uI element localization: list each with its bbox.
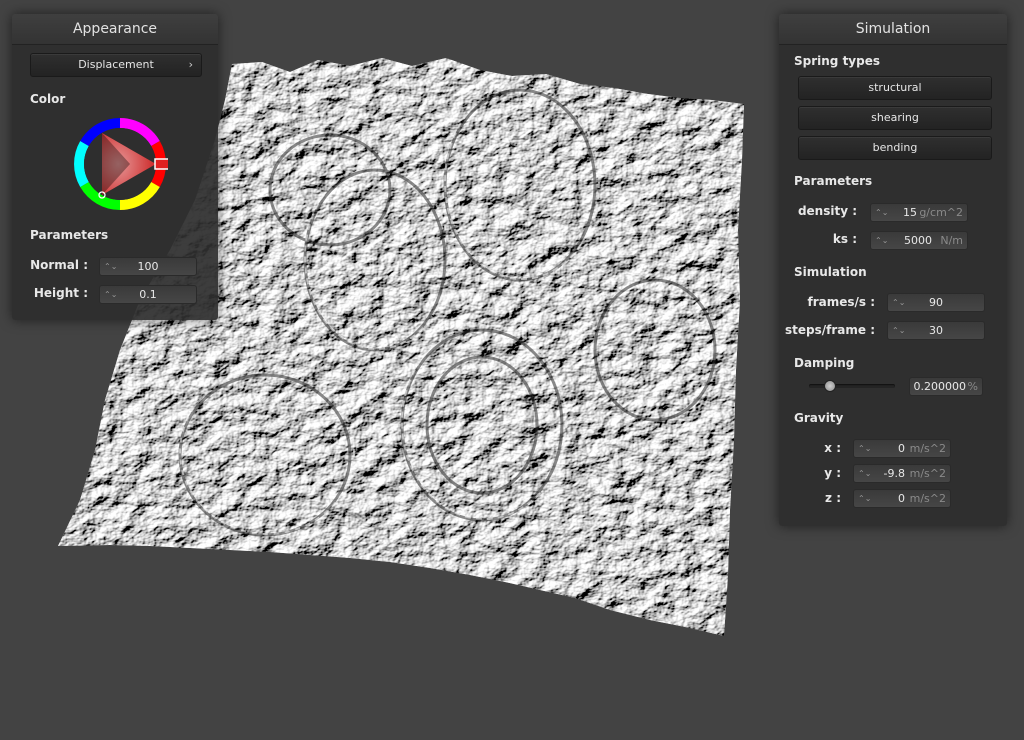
gravity-x-value: 0: [898, 442, 905, 455]
color-wheel-graphic: [74, 118, 170, 210]
spinner-icon: ⌃⌄: [875, 236, 889, 245]
damping-value: 0.200000: [913, 380, 967, 393]
spinner-icon: ⌃⌄: [858, 494, 872, 503]
ks-label: ks :: [832, 232, 857, 246]
gravity-x-unit: m/s^2: [909, 442, 946, 455]
ks-input[interactable]: ⌃⌄ 5000 N/m: [870, 231, 968, 250]
simulation-section-label: Simulation: [794, 265, 867, 279]
fps-input[interactable]: ⌃⌄ 90: [887, 293, 985, 312]
damping-slider[interactable]: [809, 380, 895, 392]
bending-button[interactable]: bending: [798, 136, 992, 160]
density-input[interactable]: ⌃⌄ 15 g/cm^2: [870, 203, 968, 222]
damping-slider-knob[interactable]: [823, 380, 836, 392]
gravity-y-unit: m/s^2: [909, 467, 946, 480]
shader-combo-label: Displacement: [78, 58, 154, 71]
appearance-parameters-label: Parameters: [30, 228, 109, 242]
gravity-z-input[interactable]: ⌃⌄ 0 m/s^2: [853, 489, 951, 508]
fps-value: 90: [929, 296, 943, 309]
damping-unit: %: [967, 380, 978, 393]
appearance-panel-title[interactable]: Appearance: [12, 14, 218, 45]
gravity-z-unit: m/s^2: [909, 492, 946, 505]
fps-label: frames/s :: [807, 295, 875, 309]
damping-label: Damping: [794, 356, 855, 370]
simulation-panel-title[interactable]: Simulation: [779, 14, 1007, 45]
gravity-label: Gravity: [794, 411, 844, 425]
gravity-z-value: 0: [898, 492, 905, 505]
height-label: Height :: [33, 286, 88, 300]
height-input[interactable]: ⌃⌄ 0.1: [99, 285, 197, 304]
chevron-right-icon: ›: [188, 58, 193, 71]
normal-value: 100: [137, 260, 159, 273]
damping-slider-track: [809, 384, 895, 388]
gravity-x-label: x :: [824, 441, 841, 455]
steps-value: 30: [929, 324, 943, 337]
normal-label: Normal :: [30, 258, 88, 272]
gravity-y-value: -9.8: [883, 467, 905, 480]
normal-input[interactable]: ⌃⌄ 100: [99, 257, 197, 276]
spinner-icon: ⌃⌄: [858, 444, 872, 453]
color-wheel[interactable]: [72, 116, 170, 212]
steps-input[interactable]: ⌃⌄ 30: [887, 321, 985, 340]
ks-unit: N/m: [940, 234, 963, 247]
gravity-x-input[interactable]: ⌃⌄ 0 m/s^2: [853, 439, 951, 458]
gravity-z-label: z :: [825, 491, 841, 505]
spring-types-label: Spring types: [794, 54, 881, 68]
height-value: 0.1: [139, 288, 157, 301]
spinner-icon: ⌃⌄: [858, 469, 872, 478]
density-label: density :: [797, 204, 857, 218]
damping-input[interactable]: 0.200000 %: [909, 377, 983, 396]
gravity-y-label: y :: [824, 466, 841, 480]
density-value: 15: [903, 206, 917, 219]
shader-combo-box[interactable]: Displacement ›: [30, 53, 202, 77]
ks-value: 5000: [904, 234, 932, 247]
density-unit: g/cm^2: [919, 206, 963, 219]
simulation-panel: Simulation Spring types structural shear…: [779, 14, 1007, 526]
shearing-button[interactable]: shearing: [798, 106, 992, 130]
steps-label: steps/frame :: [785, 323, 875, 337]
structural-button[interactable]: structural: [798, 76, 992, 100]
color-label: Color: [30, 92, 66, 106]
gravity-y-input[interactable]: ⌃⌄ -9.8 m/s^2: [853, 464, 951, 483]
sim-parameters-label: Parameters: [794, 174, 873, 188]
appearance-panel: Appearance Displacement › Color Paramete…: [12, 14, 218, 320]
spinner-icon: ⌃⌄: [875, 208, 889, 217]
